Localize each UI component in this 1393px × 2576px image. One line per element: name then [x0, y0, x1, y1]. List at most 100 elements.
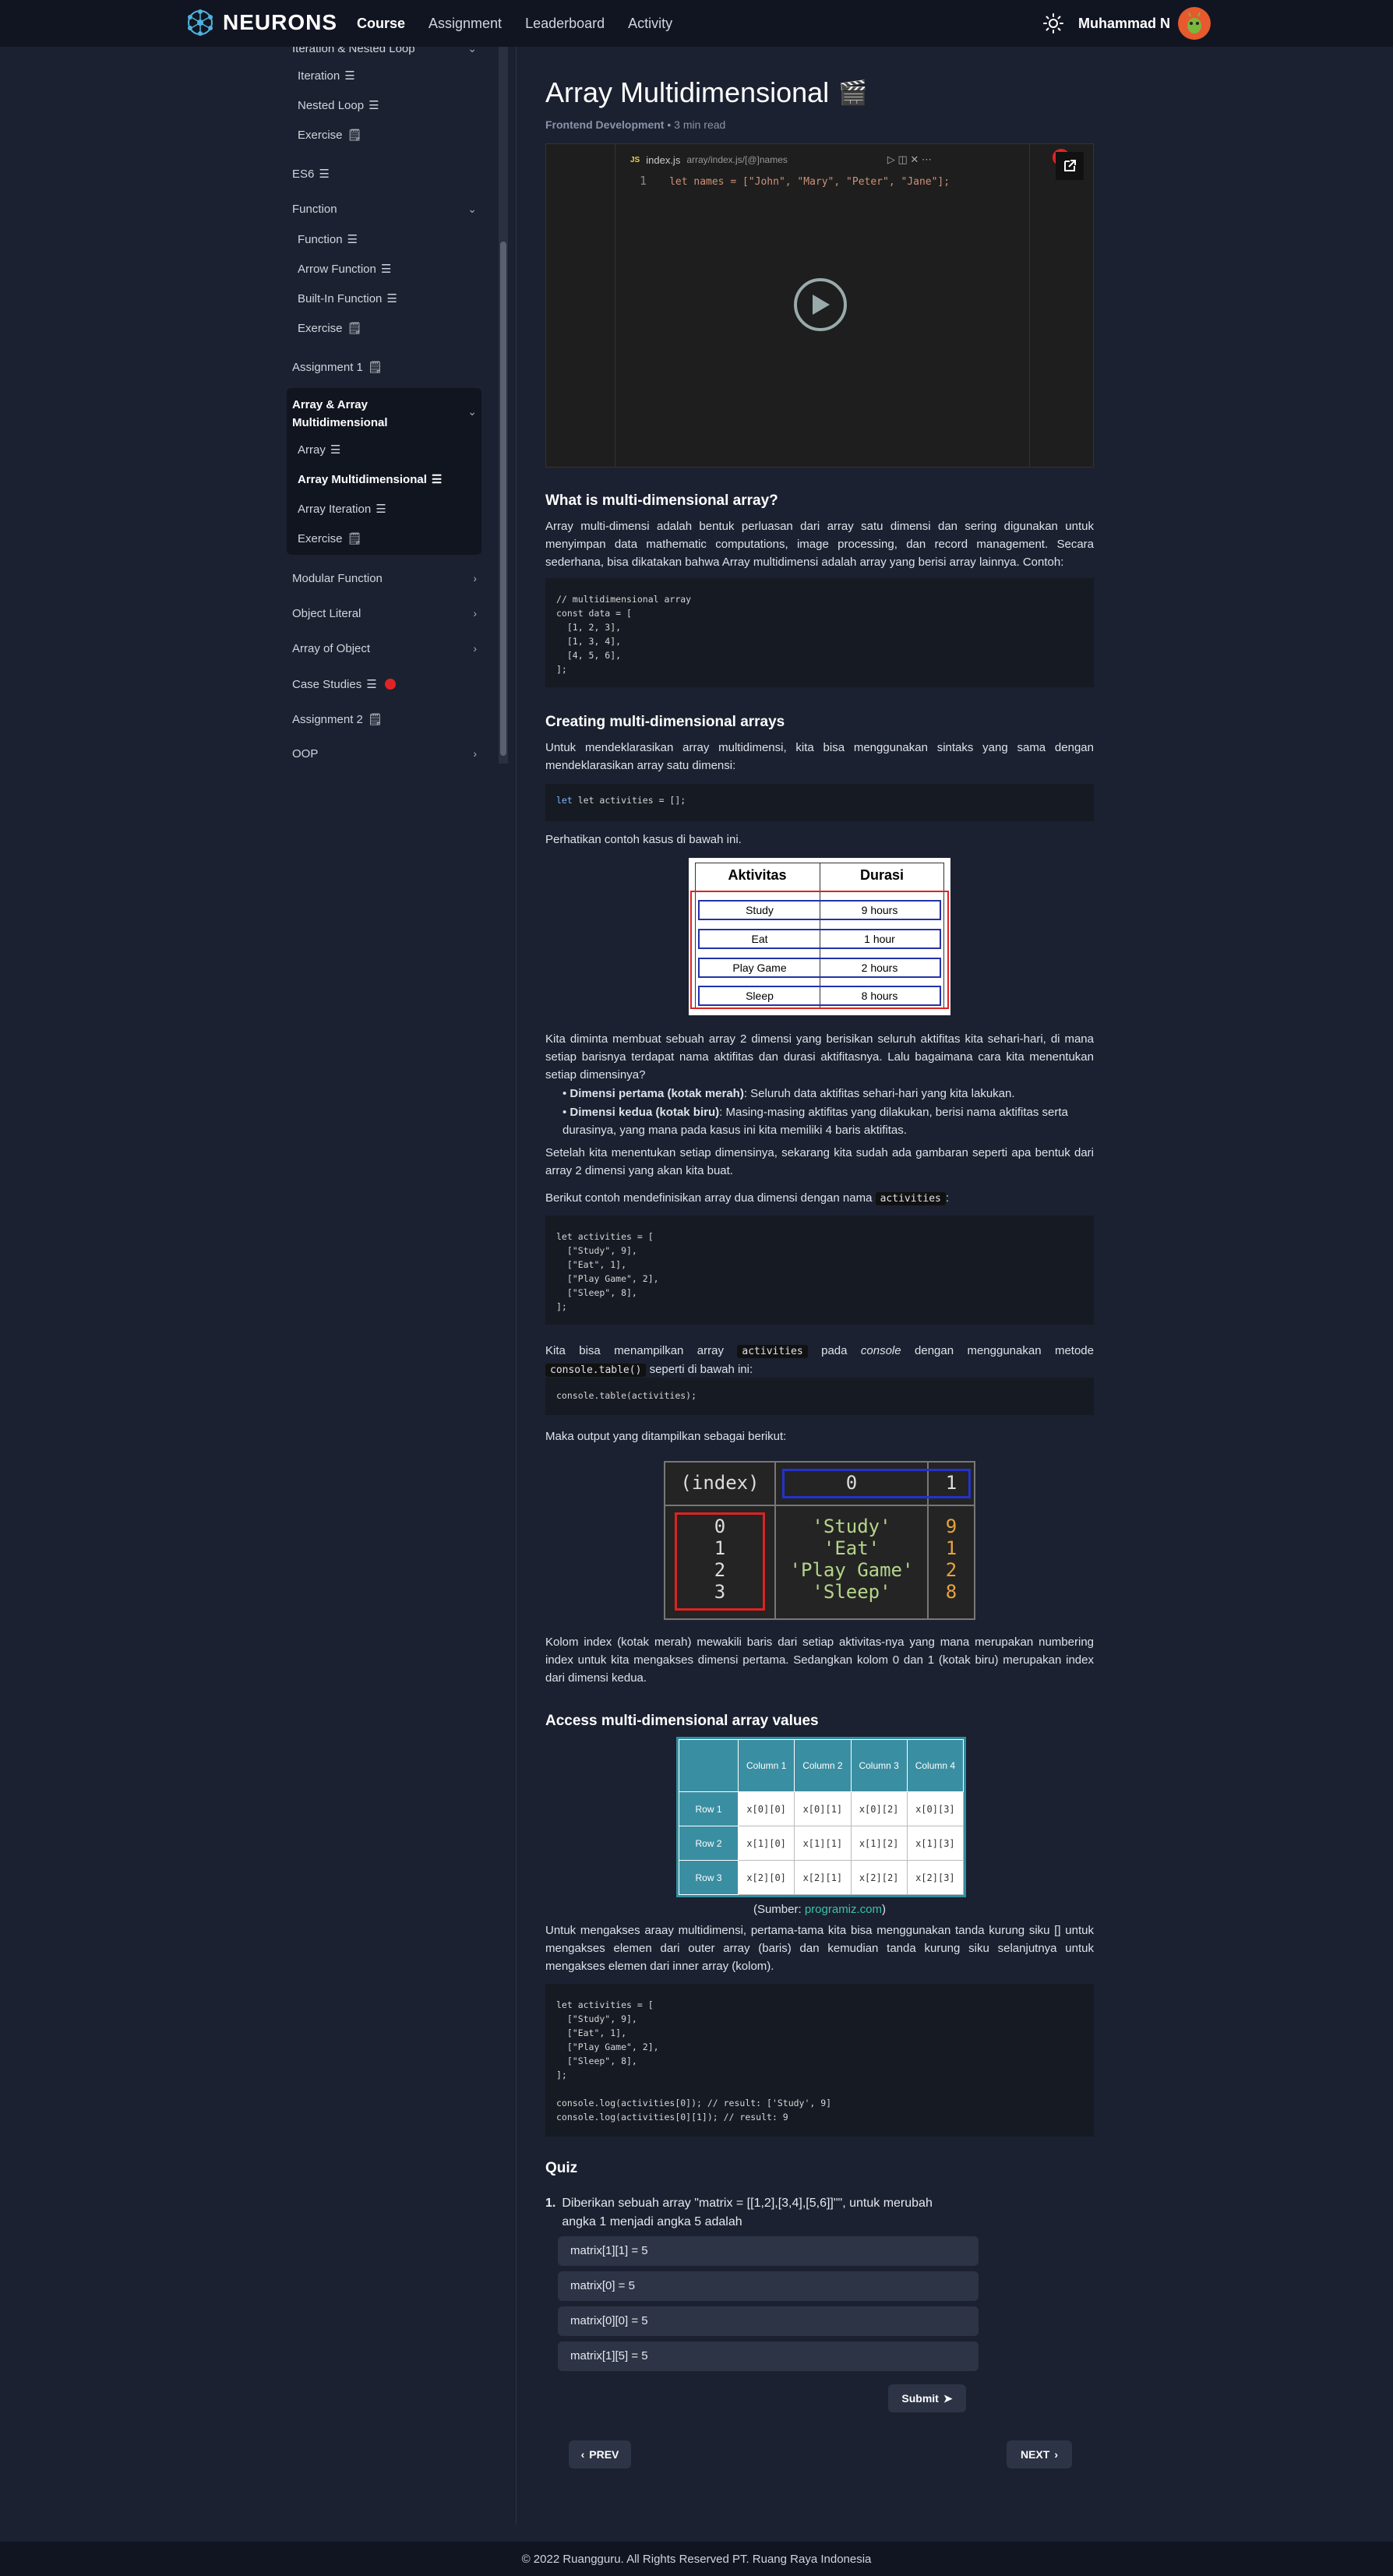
open-external-button[interactable] — [1056, 152, 1084, 180]
sidebar-item-label: Exercise — [298, 531, 343, 545]
text-fragment: ) — [882, 1903, 887, 1916]
column-header: Column 2 — [794, 1738, 852, 1793]
sidebar-item-label: Function — [292, 203, 337, 216]
user-name[interactable]: Muhammad N — [1078, 16, 1170, 32]
sidebar-item-iteration[interactable]: Iteration ☰ — [298, 69, 355, 83]
chevron-right-icon[interactable]: › — [473, 572, 477, 584]
quiz-option[interactable]: matrix[1][5] = 5 — [558, 2341, 979, 2371]
prev-button[interactable]: ‹ PREV — [569, 2440, 631, 2468]
sidebar-item-exercise[interactable]: Exercise 🗒 — [298, 321, 362, 336]
sidebar-item-label: Nested Loop — [298, 98, 365, 112]
table-row: Study 9 hours — [698, 900, 941, 920]
source-link[interactable]: programiz.com — [805, 1903, 882, 1916]
clapperboard-icon: 🎬 — [838, 79, 868, 106]
sidebar-item-label: Function — [298, 232, 343, 246]
table-cell: x[0][3] — [906, 1791, 965, 1827]
sidebar-item-oop[interactable]: OOP — [292, 747, 318, 760]
editor-file-name: index.js — [646, 154, 681, 166]
sidebar-scroll-thumb[interactable] — [500, 242, 506, 756]
document-icon: 🗒 — [347, 322, 362, 335]
chevron-down-icon[interactable]: ⌄ — [467, 405, 477, 418]
sidebar-item-array-iteration[interactable]: Array Iteration ☰ — [298, 502, 386, 517]
sidebar-item-label: Object Literal — [292, 607, 361, 620]
console-header: 0 — [845, 1472, 858, 1494]
play-button[interactable] — [794, 278, 847, 331]
document-icon: 🗒 — [367, 361, 383, 374]
video-player[interactable]: JS index.js array/index.js/[@]names ▷ ◫ … — [545, 143, 1094, 468]
section-heading: Access multi-dimensional array values — [545, 1713, 819, 1729]
code-block: let activities = [ ["Study", 9], ["Eat",… — [545, 1216, 1094, 1325]
editor-code-line: 1 let names = ["John", "Mary", "Peter", … — [640, 174, 950, 188]
sidebar-item-array[interactable]: Array ☰ — [298, 443, 340, 457]
sidebar-item-array-of-object[interactable]: Array of Object — [292, 642, 370, 655]
sidebar-item-built-in-function[interactable]: Built-In Function ☰ — [298, 291, 397, 306]
column-header: Column 4 — [906, 1738, 965, 1793]
chevron-right-icon[interactable]: › — [473, 642, 477, 655]
submit-button[interactable]: Submit ➤ — [888, 2384, 966, 2412]
lesson-list-icon: ☰ — [369, 99, 379, 112]
read-time: 3 min read — [674, 118, 726, 131]
table-cell: x[1][1] — [794, 1826, 852, 1861]
console-cell: 1 — [714, 1537, 726, 1559]
avatar[interactable] — [1178, 7, 1211, 40]
nav-assignment[interactable]: Assignment — [428, 16, 502, 32]
column-header: Column 1 — [737, 1738, 795, 1793]
chevron-down-icon[interactable]: ⌄ — [467, 47, 477, 55]
article-meta: Frontend Development • 3 min read — [545, 118, 725, 131]
sidebar-item-label: Array Multidimensional — [298, 472, 427, 486]
sidebar-item-exercise[interactable]: Exercise 🗒 — [298, 531, 362, 546]
sidebar-item-case-studies[interactable]: Case Studies ☰ — [292, 677, 396, 691]
quiz-option[interactable]: matrix[0] = 5 — [558, 2271, 979, 2301]
editor-toolbar-icons: ▷ ◫ ✕ ⋯ — [887, 154, 932, 165]
table-row: Row 3 x[2][0] x[2][1] x[2][2] x[2][3] — [679, 1860, 965, 1895]
chevron-down-icon[interactable]: ⌄ — [467, 203, 477, 216]
question-number: 1. — [545, 2197, 556, 2210]
chevron-right-icon[interactable]: › — [473, 607, 477, 619]
sun-icon[interactable] — [1042, 12, 1064, 34]
table-cell: 9 hours — [861, 904, 898, 916]
sidebar-item-assignment-2[interactable]: Assignment 2 🗒 — [292, 712, 383, 727]
editor-breadcrumb: array/index.js/[@]names — [686, 154, 788, 165]
console-cell: 'Eat' — [823, 1537, 880, 1559]
sidebar-item-modular-function[interactable]: Modular Function — [292, 572, 383, 585]
sidebar-item-function-group[interactable]: Function — [292, 203, 337, 216]
quiz-option[interactable]: matrix[0][0] = 5 — [558, 2306, 979, 2336]
sidebar-item-assignment-1[interactable]: Assignment 1 🗒 — [292, 360, 383, 375]
sidebar-item-exercise[interactable]: Exercise 🗒 — [298, 128, 362, 143]
external-link-icon — [1064, 160, 1076, 171]
brand-logo[interactable]: NEURONS — [185, 6, 337, 39]
quiz-option[interactable]: matrix[1][1] = 5 — [558, 2236, 979, 2266]
sidebar-item-function[interactable]: Function ☰ — [298, 232, 358, 247]
sidebar-item-array-multidimensional[interactable]: Array Multidimensional ☰ — [298, 472, 442, 487]
next-button[interactable]: NEXT › — [1007, 2440, 1072, 2468]
code-block: let activities = [ ["Study", 9], ["Eat",… — [545, 1984, 1094, 2137]
sidebar-item-nested-loop[interactable]: Nested Loop ☰ — [298, 98, 379, 113]
section-heading: Creating multi-dimensional arrays — [545, 714, 785, 730]
text-fragment: dengan menggunakan metode — [901, 1344, 1094, 1357]
table-header: Durasi — [859, 867, 905, 883]
table-row: Sleep 8 hours — [698, 986, 941, 1006]
nav-leaderboard[interactable]: Leaderboard — [525, 16, 605, 32]
dot-separator: • — [667, 118, 675, 131]
text-fragment: (Sumber: — [753, 1903, 805, 1916]
sidebar-item-arrow-function[interactable]: Arrow Function ☰ — [298, 262, 391, 277]
sidebar-item-label: Assignment 2 — [292, 712, 363, 726]
page-title: Array Multidimensional 🎬 — [545, 76, 868, 109]
nav-activity[interactable]: Activity — [628, 16, 672, 32]
console-cell: 2 — [714, 1559, 726, 1581]
sidebar-item-label: Iteration & Nested Loop — [292, 47, 415, 55]
sidebar-item-object-literal[interactable]: Object Literal — [292, 607, 361, 620]
row-header: Row 2 — [679, 1826, 739, 1861]
category-label: Frontend Development — [545, 118, 665, 131]
paragraph: Kita diminta membuat sebuah array 2 dime… — [545, 1032, 1094, 1082]
sidebar-item-es6[interactable]: ES6 ☰ — [292, 167, 330, 182]
sidebar-item-array-group[interactable]: Array & Array Multidimensional — [292, 396, 448, 432]
chevron-right-icon[interactable]: › — [473, 747, 477, 760]
text-fragment: Kita bisa menampilkan array — [545, 1344, 738, 1357]
editor-side-line — [1029, 144, 1030, 467]
nav-course[interactable]: Course — [357, 16, 405, 32]
brand-name: NEURONS — [223, 10, 338, 34]
sidebar-item-iteration-nested-loop[interactable]: Iteration & Nested Loop — [292, 47, 415, 55]
lesson-list-icon: ☰ — [376, 503, 386, 516]
column-header: Column 3 — [850, 1738, 908, 1793]
